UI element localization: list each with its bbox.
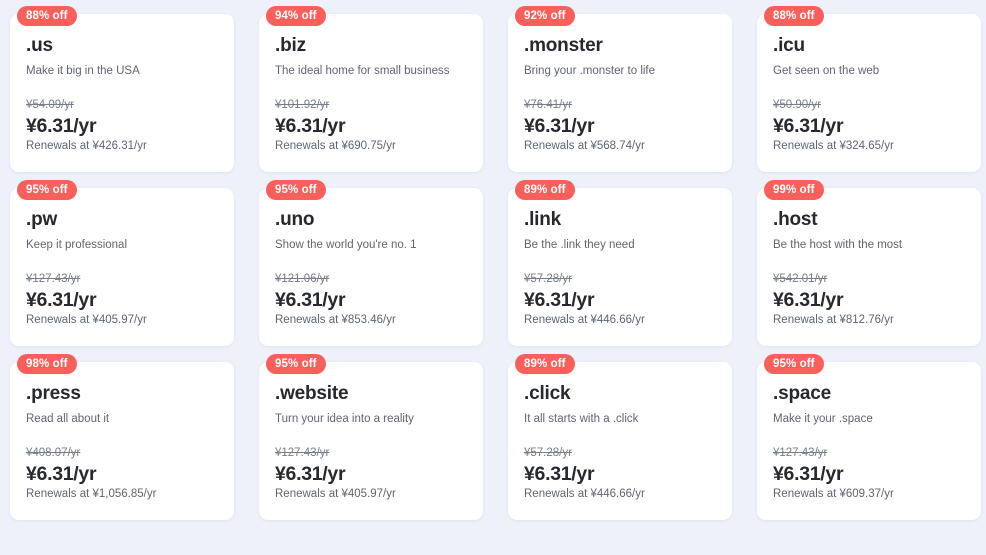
renewal-price: Renewals at ¥324.65/yr	[773, 140, 894, 153]
domain-extension-name: .us	[26, 35, 53, 56]
domain-extension-name: .pw	[26, 209, 58, 230]
domain-price-card-biz[interactable]: 94% off .biz The ideal home for small bu…	[259, 6, 483, 172]
price-block: ¥50.90/yr ¥6.31/yr Renewals at ¥324.65/y…	[773, 99, 965, 154]
renewal-price: Renewals at ¥405.97/yr	[275, 488, 396, 501]
discount-badge: 88% off	[17, 6, 77, 27]
discount-badge: 95% off	[266, 354, 326, 375]
domain-price-card-us[interactable]: 88% off .us Make it big in the USA ¥54.0…	[10, 6, 234, 172]
domain-price-card-uno[interactable]: 95% off .uno Show the world you're no. 1…	[259, 180, 483, 346]
domain-price-card-press[interactable]: 98% off .press Read all about it ¥408.07…	[10, 354, 234, 520]
domain-tagline: Make it your .space	[773, 412, 873, 425]
sale-price: ¥6.31/yr	[524, 115, 595, 138]
sale-price: ¥6.31/yr	[773, 115, 844, 138]
renewal-price: Renewals at ¥609.37/yr	[773, 488, 894, 501]
renewal-price: Renewals at ¥405.97/yr	[26, 314, 147, 327]
renewal-price: Renewals at ¥446.66/yr	[524, 488, 645, 501]
domain-extension-name: .press	[26, 383, 81, 404]
original-price: ¥121.06/yr	[275, 273, 330, 286]
discount-badge: 92% off	[515, 6, 575, 27]
domain-tagline: Be the host with the most	[773, 238, 903, 251]
domain-price-card-space[interactable]: 95% off .space Make it your .space ¥127.…	[757, 354, 981, 520]
price-block: ¥76.41/yr ¥6.31/yr Renewals at ¥568.74/y…	[524, 99, 716, 154]
domain-tagline: It all starts with a .click	[524, 412, 639, 425]
original-price: ¥57.28/yr	[524, 273, 572, 286]
renewal-price: Renewals at ¥690.75/yr	[275, 140, 396, 153]
price-block: ¥127.43/yr ¥6.31/yr Renewals at ¥405.97/…	[26, 273, 218, 328]
domain-extension-name: .icu	[773, 35, 805, 56]
price-block: ¥57.28/yr ¥6.31/yr Renewals at ¥446.66/y…	[524, 273, 716, 328]
discount-badge: 89% off	[515, 354, 575, 375]
original-price: ¥76.41/yr	[524, 99, 572, 112]
price-block: ¥542.01/yr ¥6.31/yr Renewals at ¥812.76/…	[773, 273, 965, 328]
original-price: ¥127.43/yr	[275, 447, 330, 460]
renewal-price: Renewals at ¥853.46/yr	[275, 314, 396, 327]
price-block: ¥408.07/yr ¥6.31/yr Renewals at ¥1,056.8…	[26, 447, 218, 502]
price-block: ¥127.43/yr ¥6.31/yr Renewals at ¥609.37/…	[773, 447, 965, 502]
domain-price-card-host[interactable]: 99% off .host Be the host with the most …	[757, 180, 981, 346]
discount-badge: 95% off	[266, 180, 326, 201]
domain-price-card-icu[interactable]: 88% off .icu Get seen on the web ¥50.90/…	[757, 6, 981, 172]
domain-extension-name: .host	[773, 209, 818, 230]
domain-extension-name: .link	[524, 209, 562, 230]
sale-price: ¥6.31/yr	[275, 289, 346, 312]
domain-price-card-link[interactable]: 89% off .link Be the .link they need ¥57…	[508, 180, 732, 346]
sale-price: ¥6.31/yr	[26, 289, 97, 312]
domain-tagline: Keep it professional	[26, 238, 128, 251]
sale-price: ¥6.31/yr	[275, 463, 346, 486]
domain-tagline: Read all about it	[26, 412, 110, 425]
discount-badge: 94% off	[266, 6, 326, 27]
price-block: ¥127.43/yr ¥6.31/yr Renewals at ¥405.97/…	[275, 447, 467, 502]
original-price: ¥408.07/yr	[26, 447, 81, 460]
sale-price: ¥6.31/yr	[275, 115, 346, 138]
discount-badge: 95% off	[764, 354, 824, 375]
domain-tagline: Make it big in the USA	[26, 64, 140, 77]
original-price: ¥54.09/yr	[26, 99, 74, 112]
domain-tagline: Turn your idea into a reality	[275, 412, 414, 425]
price-block: ¥121.06/yr ¥6.31/yr Renewals at ¥853.46/…	[275, 273, 467, 328]
domain-pricing-grid: 88% off .us Make it big in the USA ¥54.0…	[0, 0, 986, 520]
renewal-price: Renewals at ¥446.66/yr	[524, 314, 645, 327]
original-price: ¥57.28/yr	[524, 447, 572, 460]
sale-price: ¥6.31/yr	[26, 463, 97, 486]
sale-price: ¥6.31/yr	[773, 289, 844, 312]
sale-price: ¥6.31/yr	[524, 463, 595, 486]
sale-price: ¥6.31/yr	[524, 289, 595, 312]
original-price: ¥127.43/yr	[26, 273, 81, 286]
domain-price-card-click[interactable]: 89% off .click It all starts with a .cli…	[508, 354, 732, 520]
renewal-price: Renewals at ¥568.74/yr	[524, 140, 645, 153]
price-block: ¥54.09/yr ¥6.31/yr Renewals at ¥426.31/y…	[26, 99, 218, 154]
discount-badge: 98% off	[17, 354, 77, 375]
domain-extension-name: .uno	[275, 209, 315, 230]
original-price: ¥50.90/yr	[773, 99, 821, 112]
discount-badge: 99% off	[764, 180, 824, 201]
domain-tagline: Bring your .monster to life	[524, 64, 656, 77]
domain-price-card-pw[interactable]: 95% off .pw Keep it professional ¥127.43…	[10, 180, 234, 346]
domain-extension-name: .website	[275, 383, 349, 404]
domain-extension-name: .biz	[275, 35, 306, 56]
discount-badge: 89% off	[515, 180, 575, 201]
domain-tagline: The ideal home for small business	[275, 64, 450, 77]
domain-price-card-monster[interactable]: 92% off .monster Bring your .monster to …	[508, 6, 732, 172]
domain-extension-name: .monster	[524, 35, 603, 56]
domain-extension-name: .space	[773, 383, 831, 404]
domain-price-card-website[interactable]: 95% off .website Turn your idea into a r…	[259, 354, 483, 520]
domain-tagline: Get seen on the web	[773, 64, 880, 77]
original-price: ¥542.01/yr	[773, 273, 828, 286]
renewal-price: Renewals at ¥426.31/yr	[26, 140, 147, 153]
price-block: ¥57.28/yr ¥6.31/yr Renewals at ¥446.66/y…	[524, 447, 716, 502]
domain-tagline: Show the world you're no. 1	[275, 238, 417, 251]
discount-badge: 95% off	[17, 180, 77, 201]
domain-extension-name: .click	[524, 383, 571, 404]
price-block: ¥101.92/yr ¥6.31/yr Renewals at ¥690.75/…	[275, 99, 467, 154]
discount-badge: 88% off	[764, 6, 824, 27]
sale-price: ¥6.31/yr	[26, 115, 97, 138]
original-price: ¥127.43/yr	[773, 447, 828, 460]
renewal-price: Renewals at ¥812.76/yr	[773, 314, 894, 327]
sale-price: ¥6.31/yr	[773, 463, 844, 486]
renewal-price: Renewals at ¥1,056.85/yr	[26, 488, 157, 501]
domain-tagline: Be the .link they need	[524, 238, 635, 251]
original-price: ¥101.92/yr	[275, 99, 330, 112]
